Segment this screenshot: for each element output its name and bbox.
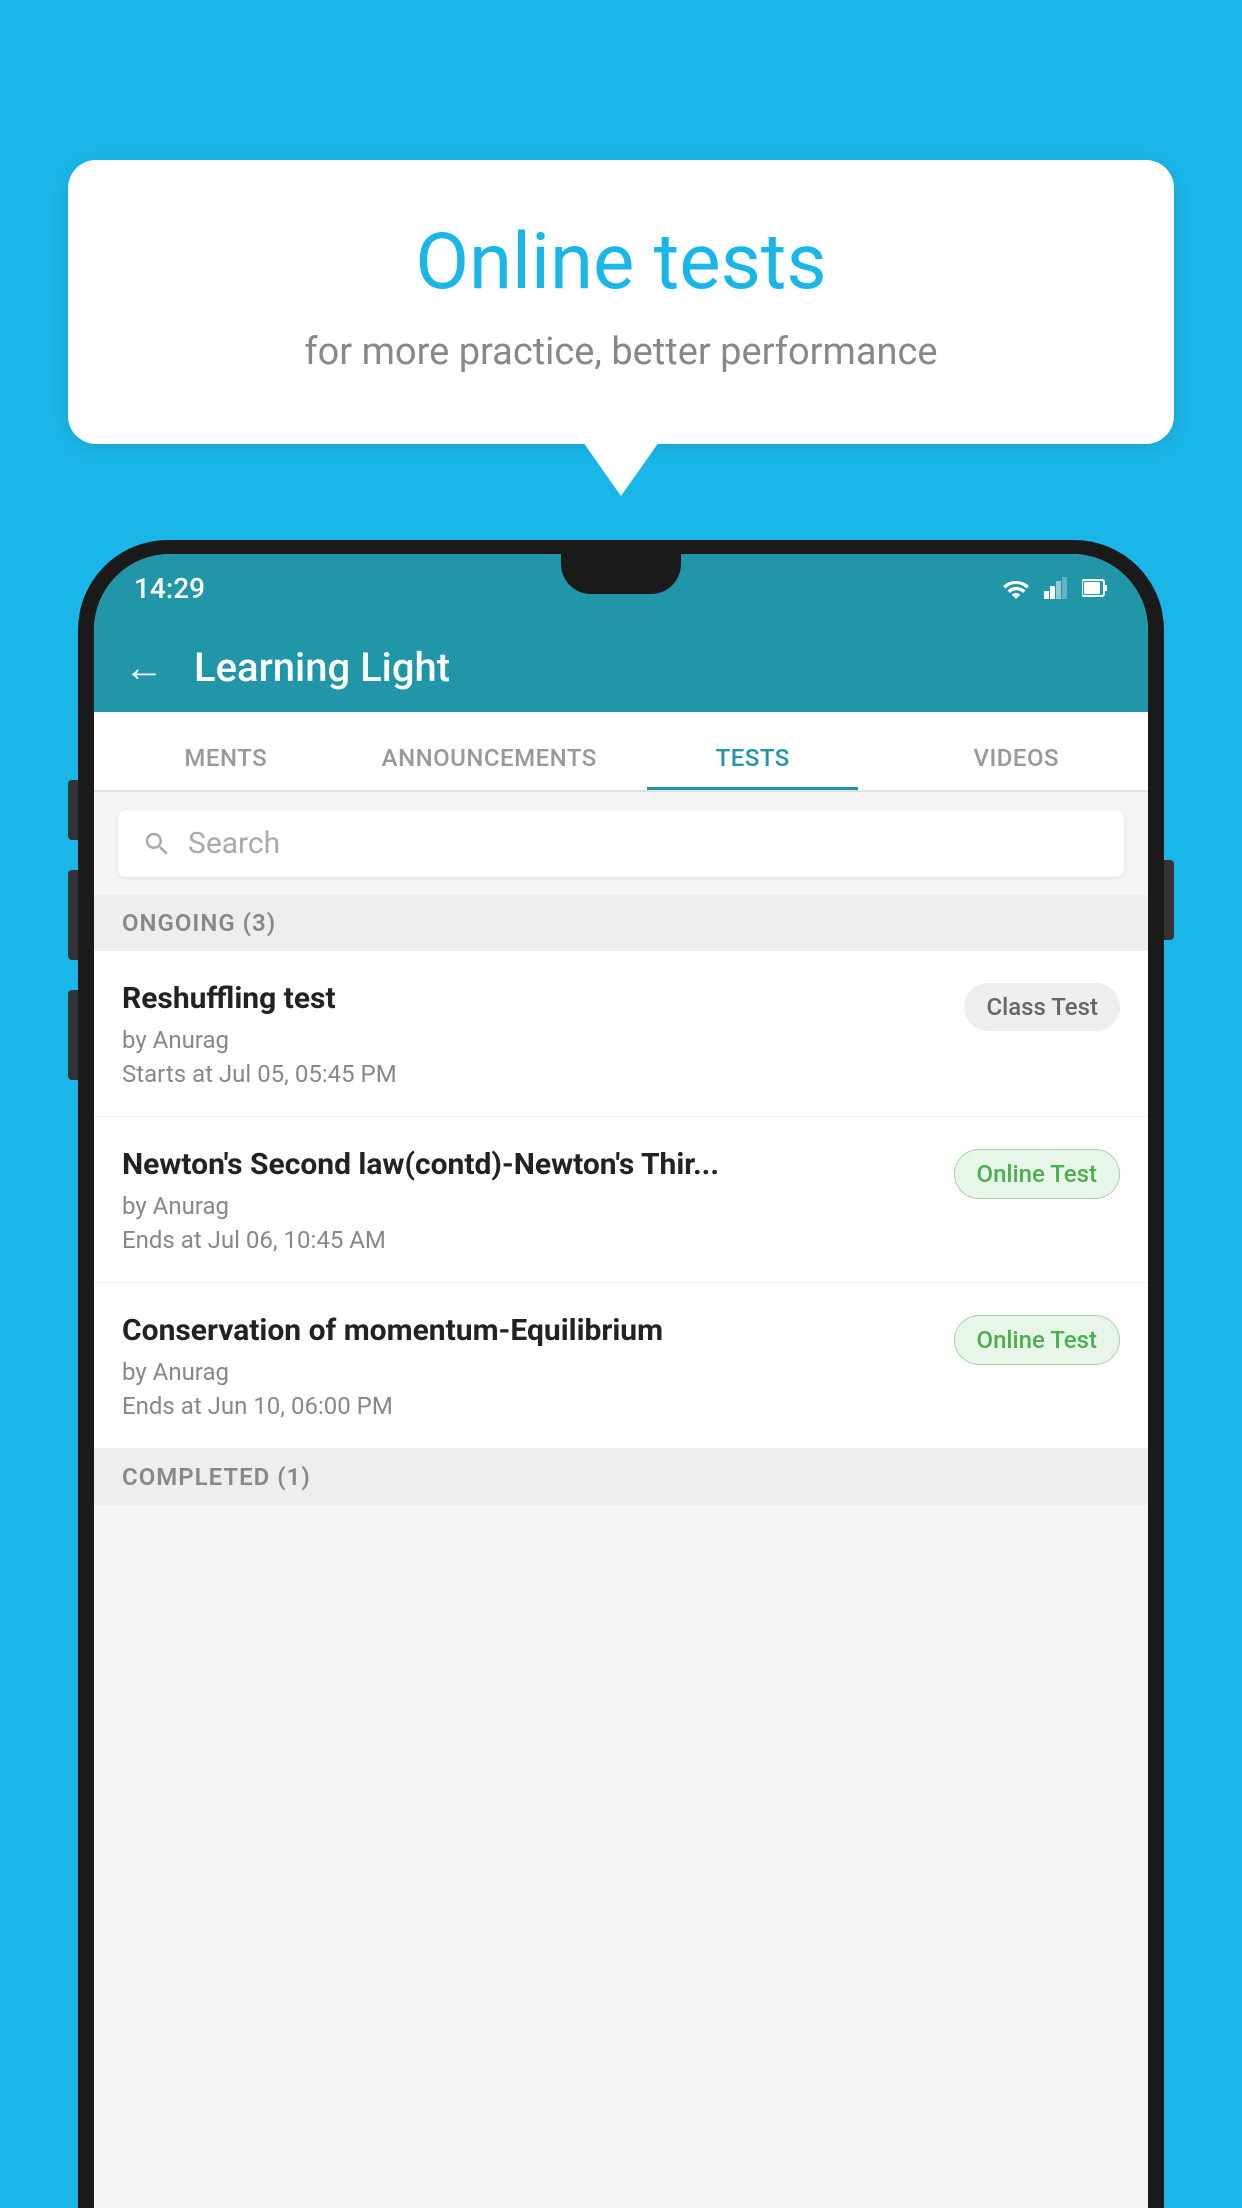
test-item[interactable]: Reshuffling test by Anurag Starts at Jul… bbox=[94, 951, 1148, 1117]
signal-icon bbox=[1044, 577, 1068, 599]
tab-announcements[interactable]: ANNOUNCEMENTS bbox=[358, 744, 622, 790]
phone-screen: 14:29 bbox=[94, 554, 1148, 2208]
test-date: Starts at Jul 05, 05:45 PM bbox=[122, 1060, 964, 1088]
bubble-title: Online tests bbox=[118, 220, 1124, 306]
status-bar: 14:29 bbox=[94, 554, 1148, 622]
status-time: 14:29 bbox=[134, 572, 205, 605]
tab-bar: MENTS ANNOUNCEMENTS TESTS VIDEOS bbox=[94, 712, 1148, 792]
test-badge: Online Test bbox=[954, 1149, 1120, 1199]
test-badge: Class Test bbox=[964, 983, 1120, 1031]
test-name: Newton's Second law(contd)-Newton's Thir… bbox=[122, 1145, 954, 1184]
ongoing-section-header: ONGOING (3) bbox=[94, 895, 1148, 951]
tab-ments[interactable]: MENTS bbox=[94, 744, 358, 790]
app-header: ← Learning Light bbox=[94, 622, 1148, 712]
test-date: Ends at Jul 06, 10:45 AM bbox=[122, 1226, 954, 1254]
test-badge: Online Test bbox=[954, 1315, 1120, 1365]
search-icon bbox=[142, 829, 172, 859]
test-author: by Anurag bbox=[122, 1192, 954, 1220]
search-placeholder: Search bbox=[188, 826, 280, 861]
test-item[interactable]: Newton's Second law(contd)-Newton's Thir… bbox=[94, 1117, 1148, 1283]
test-author: by Anurag bbox=[122, 1358, 954, 1386]
test-item[interactable]: Conservation of momentum-Equilibrium by … bbox=[94, 1283, 1148, 1449]
search-bar[interactable]: Search bbox=[118, 810, 1124, 877]
completed-section-header: COMPLETED (1) bbox=[94, 1449, 1148, 1505]
test-info: Newton's Second law(contd)-Newton's Thir… bbox=[122, 1145, 954, 1254]
app-title: Learning Light bbox=[194, 644, 450, 691]
volume-down-button bbox=[68, 990, 78, 1080]
bubble-subtitle: for more practice, better performance bbox=[118, 330, 1124, 374]
test-date: Ends at Jun 10, 06:00 PM bbox=[122, 1392, 954, 1420]
test-list: Reshuffling test by Anurag Starts at Jul… bbox=[94, 951, 1148, 1449]
status-icons bbox=[1002, 577, 1108, 599]
test-name: Reshuffling test bbox=[122, 979, 964, 1018]
phone-frame: 14:29 bbox=[78, 540, 1164, 2208]
speech-bubble: Online tests for more practice, better p… bbox=[68, 160, 1174, 444]
test-info: Conservation of momentum-Equilibrium by … bbox=[122, 1311, 954, 1420]
back-button[interactable]: ← bbox=[124, 644, 164, 691]
wifi-icon bbox=[1002, 577, 1030, 599]
notch bbox=[561, 554, 681, 594]
test-name: Conservation of momentum-Equilibrium bbox=[122, 1311, 954, 1350]
battery-icon bbox=[1082, 577, 1108, 599]
volume-silent-button bbox=[68, 780, 78, 840]
power-button bbox=[1164, 860, 1174, 940]
search-container: Search bbox=[94, 792, 1148, 895]
tab-tests[interactable]: TESTS bbox=[621, 744, 885, 790]
test-info: Reshuffling test by Anurag Starts at Jul… bbox=[122, 979, 964, 1088]
tab-videos[interactable]: VIDEOS bbox=[885, 744, 1149, 790]
test-author: by Anurag bbox=[122, 1026, 964, 1054]
volume-up-button bbox=[68, 870, 78, 960]
